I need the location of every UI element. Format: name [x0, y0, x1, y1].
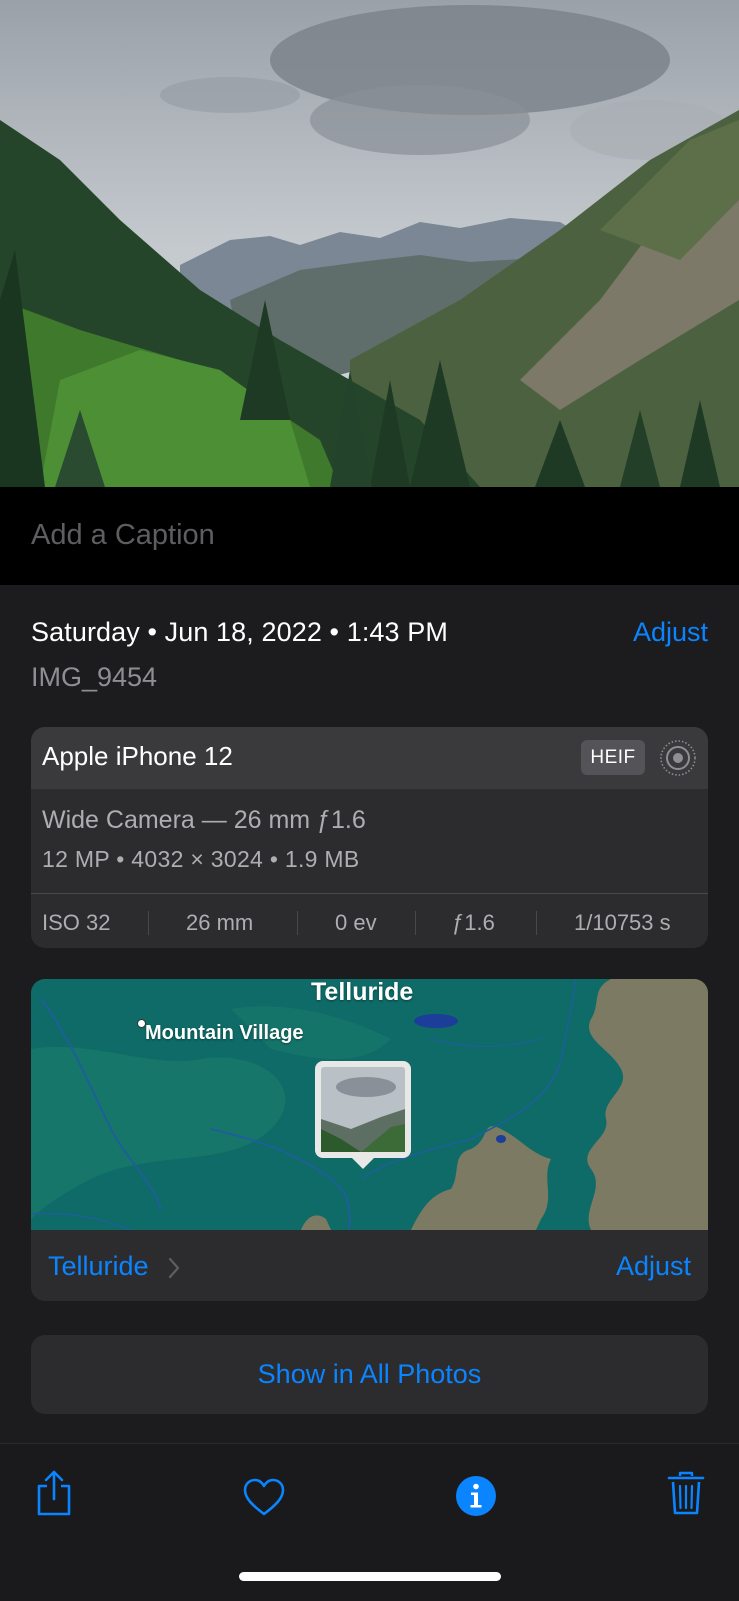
- exif-separator: [415, 911, 416, 935]
- exif-iso: ISO 32: [42, 910, 111, 935]
- exif-aperture: ƒ1.6: [452, 910, 495, 935]
- chevron-right-icon: [168, 1257, 180, 1279]
- map-town-label: Mountain Village: [145, 1022, 304, 1044]
- exif-shutter: 1/10753 s: [574, 910, 671, 935]
- home-indicator[interactable]: [239, 1572, 501, 1581]
- adjust-date-button[interactable]: Adjust: [633, 617, 708, 648]
- info-icon[interactable]: [455, 1475, 497, 1517]
- exif-separator: [148, 911, 149, 935]
- map-city-label: Telluride: [311, 979, 414, 1006]
- show-in-all-photos-button[interactable]: Show in All Photos: [31, 1335, 708, 1414]
- photo-map-pin[interactable]: [315, 1061, 411, 1169]
- live-photo-icon: [660, 740, 696, 776]
- adjust-location-button[interactable]: Adjust: [616, 1251, 691, 1282]
- heart-icon[interactable]: [242, 1477, 286, 1517]
- camera-info-card: Apple iPhone 12 HEIF Wide Camera — 26 mm…: [31, 727, 708, 948]
- exif-separator: [297, 911, 298, 935]
- landscape-photo: [0, 0, 739, 487]
- file-name: IMG_9454: [31, 662, 158, 692]
- share-icon[interactable]: [34, 1468, 74, 1518]
- exif-exposure-bias: 0 ev: [335, 910, 377, 935]
- exif-separator: [536, 911, 537, 935]
- format-badge: HEIF: [581, 740, 645, 775]
- caption-placeholder[interactable]: Add a Caption: [31, 519, 215, 552]
- photo-preview[interactable]: [0, 0, 739, 487]
- divider: [31, 893, 708, 894]
- map-view[interactable]: [31, 979, 708, 1230]
- device-name: Apple iPhone 12: [42, 741, 233, 771]
- trash-icon[interactable]: [667, 1470, 705, 1516]
- image-specs: 12 MP • 4032 × 3024 • 1.9 MB: [42, 846, 360, 872]
- exif-focal-length: 26 mm: [186, 910, 254, 935]
- location-link[interactable]: Telluride: [48, 1251, 149, 1282]
- location-map-card[interactable]: Telluride Mountain Village Telluride Adj…: [31, 979, 708, 1301]
- capture-date: Saturday • Jun 18, 2022 • 1:43 PM: [31, 617, 448, 647]
- lens-info: Wide Camera — 26 mm ƒ1.6: [42, 806, 366, 834]
